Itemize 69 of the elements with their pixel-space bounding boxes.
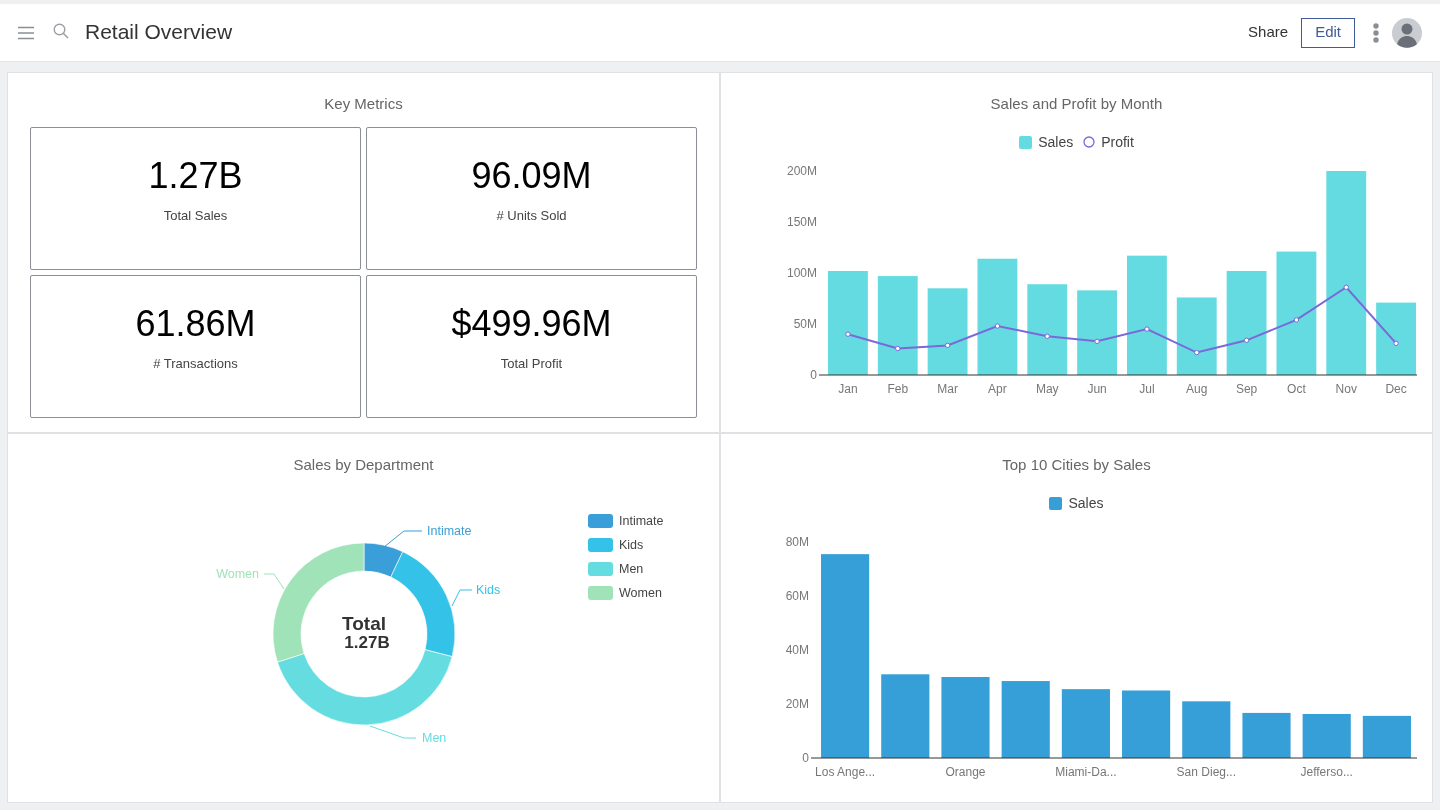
metric-label: Total Sales — [163, 206, 228, 225]
axis-tick-label: 0 — [809, 367, 817, 382]
axis-category-label: Nov — [1335, 381, 1357, 396]
donut-center-value: 1.27B — [344, 632, 390, 652]
bar — [1241, 712, 1291, 758]
legend-label[interactable]: Sales — [1068, 492, 1104, 514]
axis-category-label: Mar — [936, 381, 958, 396]
metric-value: 1.27B — [148, 155, 243, 196]
axis-category-label: Feb — [886, 381, 908, 396]
legend-label[interactable]: Women — [619, 584, 662, 601]
avatar-icon[interactable] — [1392, 17, 1422, 48]
dashboard-title: Retail Overview — [85, 18, 233, 45]
legend-label[interactable]: Kids — [619, 536, 644, 553]
axis-category-label: Los Ange... — [814, 764, 875, 779]
legend-label[interactable]: Profit — [1101, 131, 1134, 153]
share-link[interactable]: Share — [1248, 21, 1289, 44]
axis-tick-label: 200M — [786, 163, 817, 178]
axis-category-label: Jul — [1138, 381, 1155, 396]
axis-category-label: Sep — [1235, 381, 1257, 396]
bar — [1121, 690, 1170, 758]
leader-line — [451, 589, 473, 606]
axis-category-label: Jun — [1086, 381, 1107, 396]
axis-category-label: San Dieg... — [1176, 764, 1236, 779]
leader-line — [263, 573, 285, 589]
axis-tick-label: 150M — [786, 214, 817, 229]
axis-category-label: Apr — [987, 381, 1007, 396]
metric-value: $499.96M — [451, 303, 612, 344]
legend-label[interactable]: Sales — [1038, 131, 1074, 153]
axis-category-label: Aug — [1185, 381, 1207, 396]
axis-tick-label: 40M — [785, 642, 809, 657]
edit-button[interactable]: Edit — [1301, 17, 1355, 48]
axis-category-label: Dec — [1384, 381, 1407, 396]
panel-title: Top 10 Cities by Sales — [1002, 455, 1151, 475]
legend-label[interactable]: Intimate — [619, 512, 664, 529]
more-icon[interactable] — [1373, 22, 1379, 43]
slice-label: Intimate — [427, 523, 472, 538]
bar — [1181, 700, 1230, 758]
axis-tick-label: 80M — [785, 534, 809, 549]
axis-tick-label: 0 — [801, 750, 809, 765]
legend-label[interactable]: Men — [619, 560, 644, 577]
axis-tick-label: 50M — [793, 316, 817, 331]
axis-category-label: Jefferso... — [1299, 764, 1353, 779]
axis-category-label: Oct — [1286, 381, 1306, 396]
leader-line — [369, 725, 417, 738]
panel-title: Sales and Profit by Month — [990, 94, 1163, 114]
bar — [1061, 688, 1110, 758]
leader-line — [383, 530, 423, 547]
menu-icon[interactable] — [18, 25, 34, 40]
slice-label: Women — [216, 566, 259, 581]
metric-value: 96.09M — [471, 155, 592, 196]
axis-category-label: Miami-Da... — [1054, 764, 1117, 779]
axis-tick-label: 20M — [785, 696, 809, 711]
axis-tick-label: 60M — [785, 588, 809, 603]
bar — [1362, 715, 1411, 758]
metric-label: # Transactions — [153, 354, 238, 373]
axis-category-label: May — [1035, 381, 1059, 396]
panel-title: Key Metrics — [323, 94, 404, 114]
axis-tick-label: 100M — [786, 265, 817, 280]
metric-label: Total Profit — [500, 354, 563, 373]
axis-category-label: Orange — [945, 764, 985, 779]
search-icon[interactable] — [53, 22, 69, 39]
bar — [1302, 713, 1351, 758]
metric-label: # Units Sold — [496, 206, 567, 225]
slice-label: Men — [422, 730, 447, 745]
slice-label: Kids — [476, 582, 501, 597]
axis-category-label: Jan — [837, 381, 858, 396]
panel-title: Sales by Department — [293, 455, 434, 475]
donut-center-label: Total — [342, 612, 386, 634]
metric-value: 61.86M — [135, 303, 256, 344]
